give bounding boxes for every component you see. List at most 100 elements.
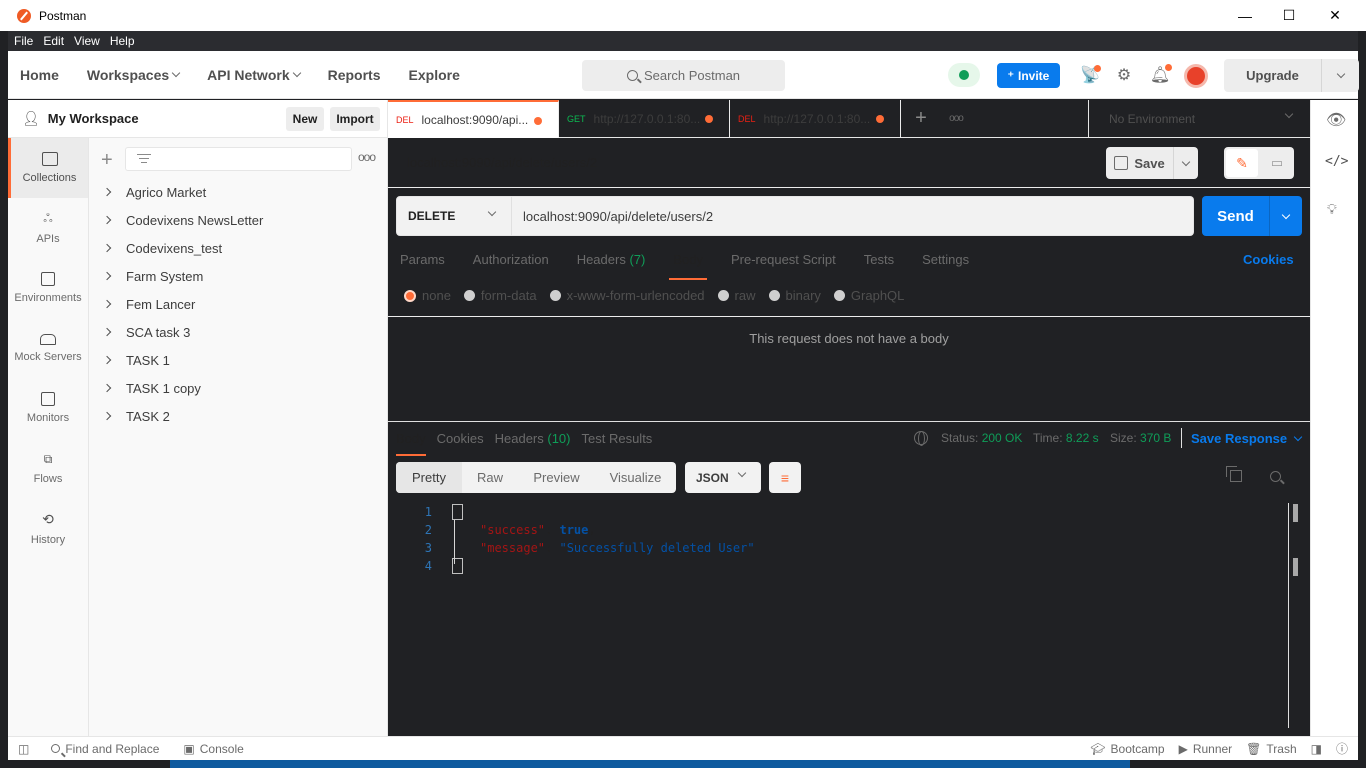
minimize-button[interactable]: — <box>1222 0 1268 31</box>
console-button[interactable]: ▣ Console <box>183 742 243 756</box>
tab-params[interactable]: Params <box>396 248 449 274</box>
response-time[interactable]: Time: 8.22 s <box>1033 431 1099 445</box>
radio-x-www-form-urlencoded[interactable]: x-www-form-urlencoded <box>549 288 705 303</box>
sidebar-item-history[interactable]: ⟲ History <box>8 498 88 558</box>
nav-home[interactable]: Home <box>20 67 59 83</box>
sidebar-item-environments[interactable]: Environments <box>8 258 88 318</box>
collection-item[interactable]: TASK 1 <box>89 346 387 374</box>
collection-item[interactable]: Agrico Market <box>89 178 387 206</box>
request-name[interactable]: localhost:9090/api/delete/users/2 <box>407 155 597 170</box>
pane-resize-handle[interactable] <box>388 421 1310 422</box>
sidebar-item-mock-servers[interactable]: Mock Servers <box>8 318 88 378</box>
http-method-select[interactable]: DELETE <box>396 196 512 236</box>
edit-pencil-icon[interactable]: ✎ <box>1226 149 1258 177</box>
format-pretty[interactable]: Pretty <box>396 462 462 493</box>
tab-headers[interactable]: Headers (7) <box>573 248 650 274</box>
language-select[interactable]: JSON <box>685 462 761 493</box>
collection-item[interactable]: Farm System <box>89 262 387 290</box>
two-pane-view-icon[interactable]: ◨ <box>1311 742 1322 756</box>
avatar[interactable] <box>1184 64 1208 88</box>
trash-button[interactable]: 🗑︎ Trash <box>1246 742 1296 756</box>
menu-edit[interactable]: Edit <box>43 34 64 48</box>
collection-item[interactable]: SCA task 3 <box>89 318 387 346</box>
collection-item[interactable]: Codevixens_test <box>89 234 387 262</box>
url-input[interactable]: localhost:9090/api/delete/users/2 <box>511 196 1194 236</box>
tab-settings[interactable]: Settings <box>918 248 973 274</box>
send-button[interactable]: Send <box>1202 196 1302 236</box>
more-options-icon[interactable]: ooo <box>358 150 376 164</box>
tab-body[interactable]: Body <box>669 248 707 280</box>
request-tab[interactable]: DEL localhost:9090/api... <box>388 100 559 138</box>
upgrade-button[interactable]: Upgrade <box>1224 59 1359 92</box>
format-raw[interactable]: Raw <box>462 462 518 493</box>
add-collection-button[interactable]: + <box>101 149 113 172</box>
menu-help[interactable]: Help <box>110 34 135 48</box>
toggle-sidebar-icon[interactable]: ◫ <box>18 742 29 756</box>
nav-reports[interactable]: Reports <box>328 67 381 83</box>
tab-overflow-icon[interactable]: ooo <box>941 100 971 137</box>
tab-authorization[interactable]: Authorization <box>469 248 553 274</box>
radio-none[interactable]: none <box>404 288 451 303</box>
settings-gear-icon[interactable]: ⚙ <box>1114 65 1134 85</box>
runner-button[interactable]: ▶ Runner <box>1179 742 1233 756</box>
menu-view[interactable]: View <box>74 34 100 48</box>
response-tab-body[interactable]: Body <box>396 430 426 456</box>
sidebar-item-monitors[interactable]: Monitors <box>8 378 88 438</box>
format-visualize[interactable]: Visualize <box>595 462 676 493</box>
request-tab[interactable]: GET http://127.0.0.1:80... <box>559 100 730 138</box>
import-button[interactable]: Import <box>330 107 380 131</box>
response-status[interactable]: Status: 200 OK <box>941 431 1022 445</box>
scrollbar-thumb[interactable] <box>1293 504 1298 522</box>
sidebar-item-apis[interactable]: ஃ APIs <box>8 198 88 258</box>
code-snippet-icon[interactable]: </> <box>1325 154 1348 169</box>
copy-icon[interactable] <box>1226 466 1242 482</box>
response-tab-test-results[interactable]: Test Results <box>582 430 653 446</box>
radio-binary[interactable]: binary <box>768 288 821 303</box>
wrap-lines-icon[interactable]: ≡ <box>769 462 801 493</box>
sidebar-item-flows[interactable]: ⧉ Flows <box>8 438 88 498</box>
help-icon[interactable]: ⓘ <box>1336 740 1348 757</box>
search-postman-input[interactable]: Search Postman <box>582 60 785 91</box>
sync-status-icon[interactable] <box>948 63 980 87</box>
nav-api-network[interactable]: API Network <box>207 67 301 83</box>
sidebar-item-collections[interactable]: Collections <box>8 138 88 198</box>
workspace-name[interactable]: My Workspace <box>48 111 139 126</box>
radio-graphql[interactable]: GraphQL <box>833 288 904 303</box>
save-dropdown[interactable] <box>1174 147 1198 179</box>
search-icon[interactable] <box>1270 471 1281 482</box>
maximize-button[interactable]: ☐ <box>1266 0 1312 31</box>
bootcamp-button[interactable]: 🎓︎ Bootcamp <box>1090 742 1164 756</box>
request-tab[interactable]: DEL http://127.0.0.1:80... <box>730 100 901 138</box>
invite-button[interactable]: ⁺ Invite <box>997 63 1060 88</box>
collection-item[interactable]: TASK 2 <box>89 402 387 430</box>
find-replace-button[interactable]: Find and Replace <box>51 742 159 756</box>
menu-file[interactable]: File <box>14 34 33 48</box>
close-button[interactable]: ✕ <box>1312 0 1358 31</box>
collection-item[interactable]: Fem Lancer <box>89 290 387 318</box>
environment-selector[interactable]: No Environment <box>1088 100 1310 138</box>
radio-raw[interactable]: raw <box>717 288 756 303</box>
save-button[interactable]: Save <box>1106 147 1198 179</box>
environment-quick-look-eye-icon[interactable]: 👁︎ <box>1326 110 1346 130</box>
send-dropdown[interactable] <box>1270 196 1302 236</box>
radio-form-data[interactable]: form-data <box>463 288 537 303</box>
format-preview[interactable]: Preview <box>518 462 595 493</box>
collection-item[interactable]: TASK 1 copy <box>89 374 387 402</box>
tab-pre-request-script[interactable]: Pre-request Script <box>727 248 840 274</box>
filter-collections-input[interactable] <box>125 147 352 171</box>
response-tab-cookies[interactable]: Cookies <box>437 430 484 446</box>
lightbulb-icon[interactable]: 💡︎ <box>1327 201 1337 218</box>
response-size[interactable]: Size: 370 B <box>1110 431 1171 445</box>
globe-icon[interactable] <box>914 431 928 446</box>
response-tab-headers[interactable]: Headers (10) <box>495 430 571 446</box>
response-body-code[interactable]: 1{ 2 "success": true, 3 "message": "Succes… <box>410 503 755 575</box>
collection-item[interactable]: Codevixens NewsLetter <box>89 206 387 234</box>
nav-explore[interactable]: Explore <box>409 67 460 83</box>
new-button[interactable]: New <box>286 107 324 131</box>
nav-workspaces[interactable]: Workspaces <box>87 67 181 83</box>
tab-tests[interactable]: Tests <box>860 248 898 274</box>
upgrade-dropdown[interactable] <box>1322 59 1359 92</box>
cookies-link[interactable]: Cookies <box>1243 252 1294 267</box>
save-response-button[interactable]: Save Response <box>1191 431 1303 446</box>
comments-icon[interactable]: ▭ <box>1262 149 1292 177</box>
